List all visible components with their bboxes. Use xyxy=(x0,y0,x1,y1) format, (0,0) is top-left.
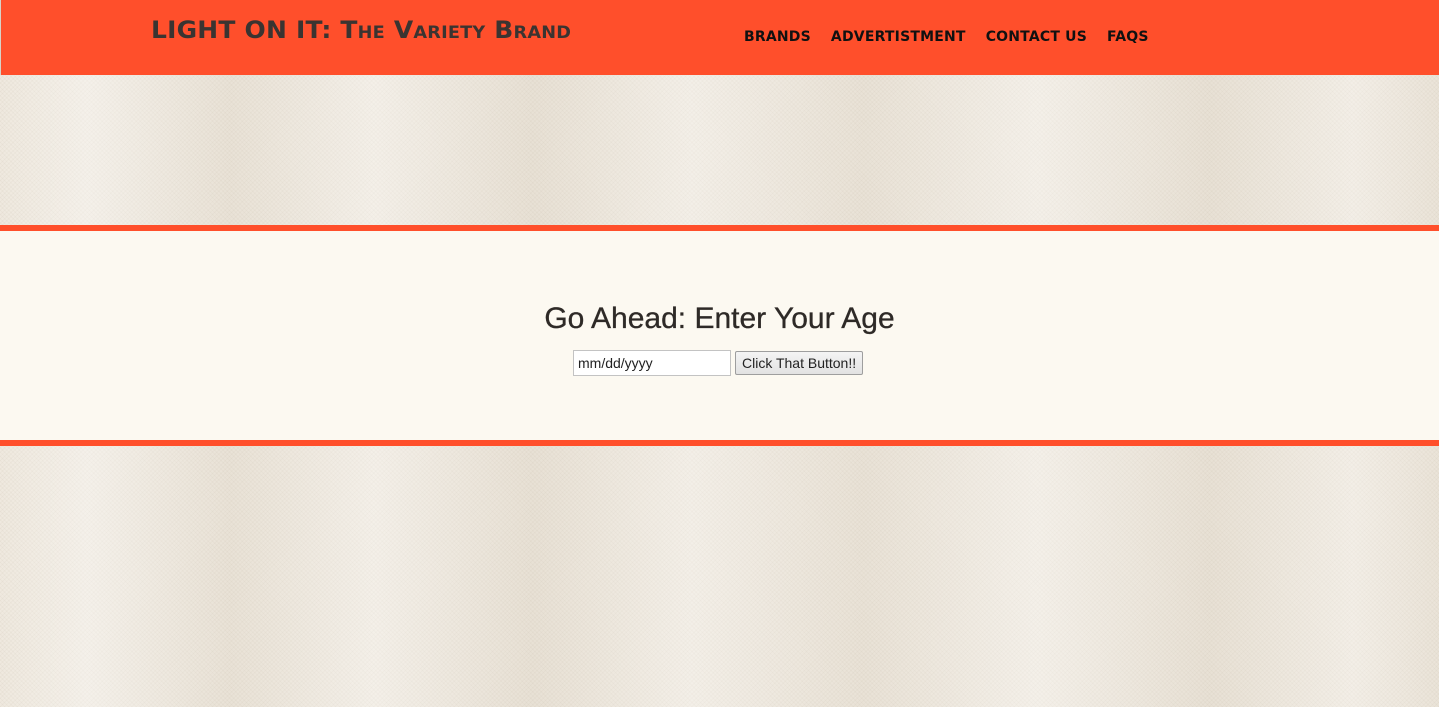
birthdate-input[interactable] xyxy=(573,350,731,376)
nav-item-faqs: FAQS xyxy=(1107,28,1149,46)
site-header: LIGHT ON IT: The Variety Brand BRANDS AD… xyxy=(0,0,1439,75)
brand-title[interactable]: LIGHT ON IT: The Variety Brand xyxy=(151,16,571,44)
nav-link-advertistment[interactable]: ADVERTISTMENT xyxy=(831,29,966,45)
nav-item-contact-us: CONTACT US xyxy=(986,28,1087,46)
nav-item-brands: BRANDS xyxy=(744,28,811,46)
nav-link-brands[interactable]: BRANDS xyxy=(744,29,811,45)
age-gate-title: Go Ahead: Enter Your Age xyxy=(544,302,895,335)
age-gate-form: Click That Button!! xyxy=(573,350,864,376)
age-gate-section: Go Ahead: Enter Your Age Click That Butt… xyxy=(0,225,1439,446)
nav-link-faqs[interactable]: FAQS xyxy=(1107,29,1149,45)
nav-item-advertistment: ADVERTISTMENT xyxy=(831,28,966,46)
submit-age-button[interactable]: Click That Button!! xyxy=(735,351,864,375)
nav-list: BRANDS ADVERTISTMENT CONTACT US FAQS xyxy=(744,28,1149,46)
nav-link-contact-us[interactable]: CONTACT US xyxy=(986,29,1087,45)
